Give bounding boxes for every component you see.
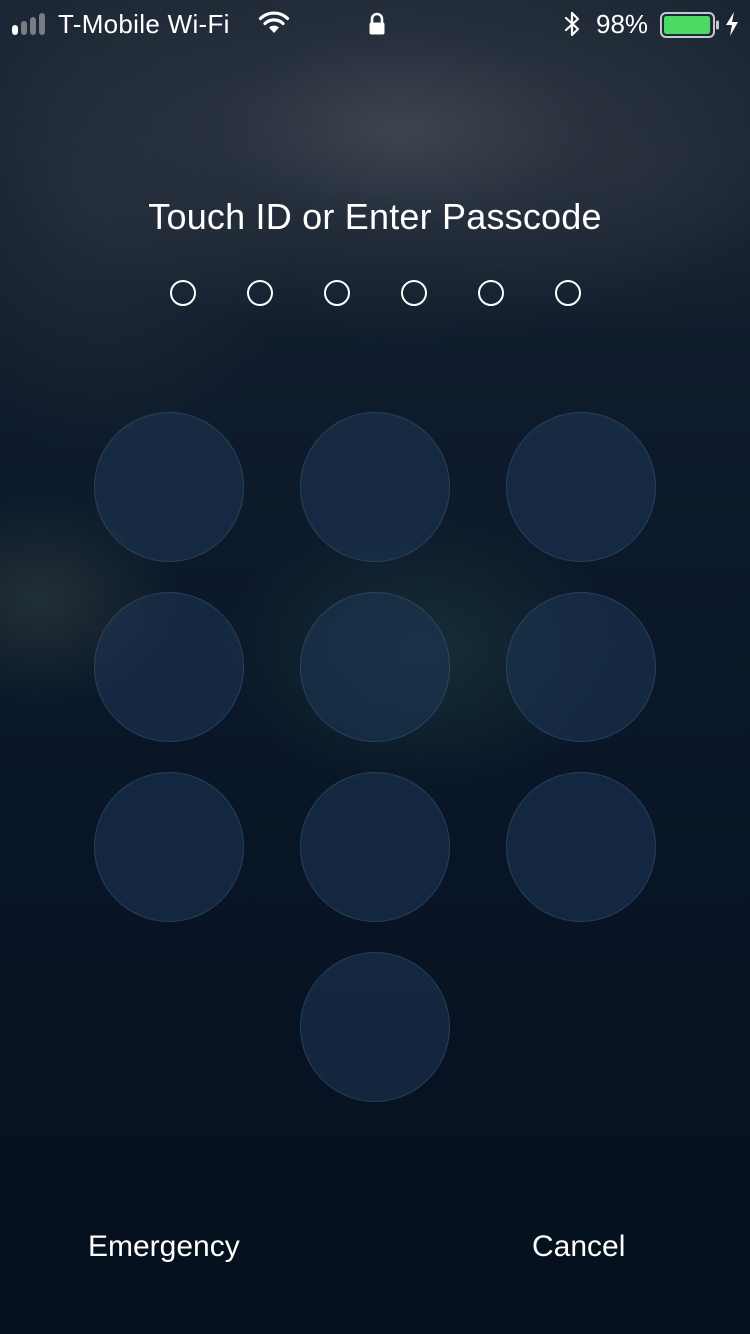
keypad-key[interactable] xyxy=(94,772,244,922)
keypad-key[interactable] xyxy=(300,952,450,1102)
emergency-button[interactable]: Emergency xyxy=(88,1230,240,1264)
cancel-button[interactable]: Cancel xyxy=(532,1230,625,1264)
keypad-key[interactable] xyxy=(300,412,450,562)
keypad-key[interactable] xyxy=(506,412,656,562)
passcode-keypad xyxy=(0,0,750,1334)
keypad-key[interactable] xyxy=(506,592,656,742)
lock-screen: T-Mobile Wi-Fi 98% Touch ID or Enter Pas… xyxy=(0,0,750,1334)
keypad-key[interactable] xyxy=(94,592,244,742)
keypad-key[interactable] xyxy=(94,412,244,562)
keypad-key[interactable] xyxy=(300,772,450,922)
keypad-key[interactable] xyxy=(506,772,656,922)
keypad-key[interactable] xyxy=(300,592,450,742)
